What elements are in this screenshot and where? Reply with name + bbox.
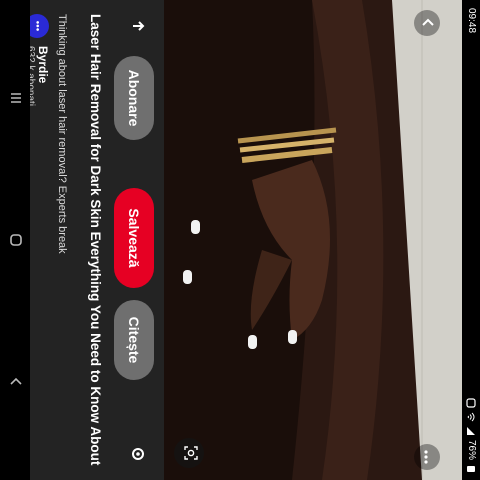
notification-icon (466, 398, 477, 408)
follow-button[interactable]: Abonare (114, 56, 154, 140)
status-time: 09:48 (466, 8, 477, 34)
lens-icon (179, 445, 200, 461)
pin-actions: Abonare Salvează Citește (112, 0, 158, 480)
recent-apps-icon (7, 91, 24, 105)
pin-description: Thinking about laser hair removal? Exper… (56, 14, 68, 254)
save-button[interactable]: Salvează (114, 188, 154, 288)
share-button[interactable] (122, 12, 150, 40)
profile-name[interactable]: Byrdie (36, 46, 50, 106)
pin-info-panel: Abonare Salvează Citește Laser Hair Remo… (25, 0, 164, 480)
comment-button[interactable]: Citește (114, 300, 154, 380)
photo-illustration (164, 0, 462, 480)
share-icon (125, 17, 148, 35)
visual-search-button[interactable] (174, 438, 204, 468)
back-icon (7, 375, 24, 389)
status-bar: 09:48 76% (462, 0, 480, 480)
system-nav-bar (0, 0, 30, 480)
pin-title: Laser Hair Removal for Dark Skin Everyth… (88, 14, 103, 466)
back-arrow-icon (417, 16, 438, 30)
more-icon (418, 449, 436, 465)
battery-text: 76% (466, 439, 477, 460)
battery-icon (467, 464, 477, 474)
more-options-button[interactable] (414, 444, 440, 470)
signal-icon (467, 426, 477, 436)
pin-image[interactable] (164, 0, 462, 480)
nav-back-button[interactable] (7, 374, 23, 390)
more-actions-button[interactable] (122, 440, 150, 468)
wifi-icon (467, 412, 477, 422)
back-button[interactable] (414, 10, 440, 36)
status-icons: 76% (466, 398, 477, 474)
avatar-logo-icon: ●●● (34, 20, 41, 32)
home-icon (7, 233, 24, 247)
gear-icon (125, 445, 148, 463)
recent-apps-button[interactable] (7, 90, 23, 106)
screen: 09:48 76% Abonare Salvează Citește Laser… (0, 0, 480, 480)
home-button[interactable] (7, 232, 23, 248)
